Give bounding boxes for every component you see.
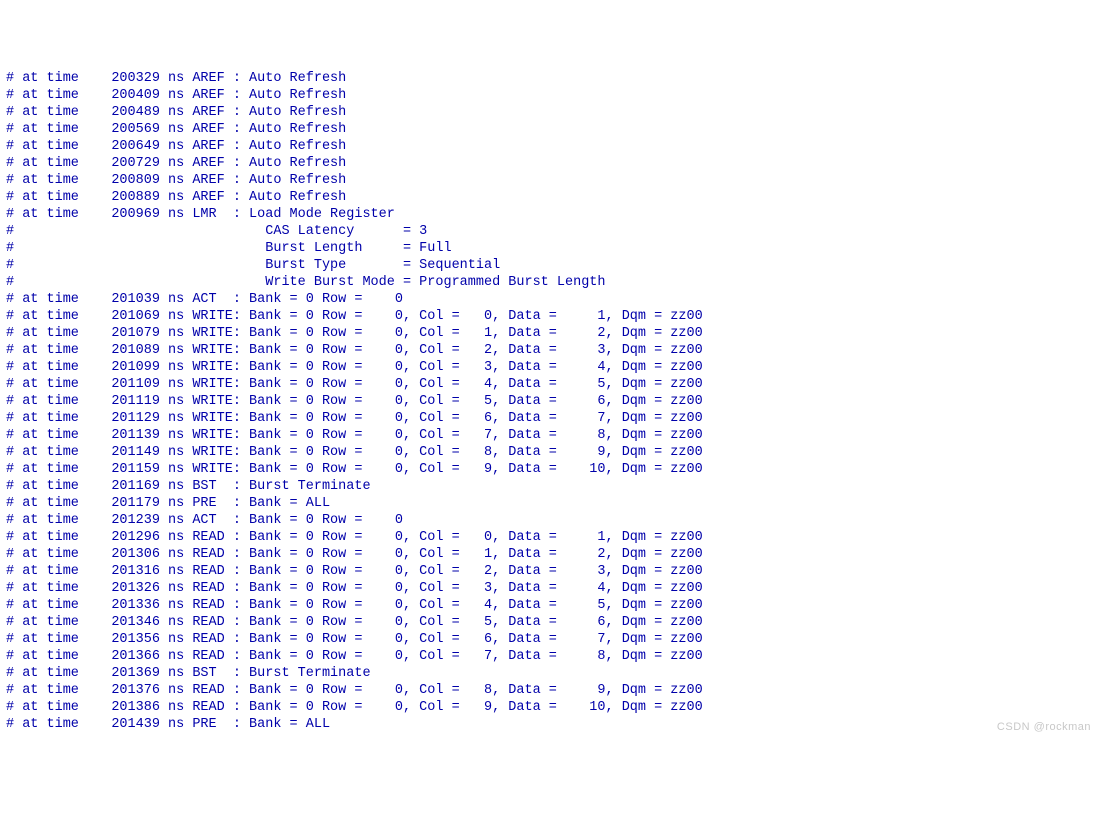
log-line: # Burst Type = Sequential bbox=[6, 257, 1093, 274]
log-line: # at time 201119 ns WRITE: Bank = 0 Row … bbox=[6, 393, 1093, 410]
log-line: # at time 201386 ns READ : Bank = 0 Row … bbox=[6, 699, 1093, 716]
log-line: # at time 201109 ns WRITE: Bank = 0 Row … bbox=[6, 376, 1093, 393]
log-line: # at time 200969 ns LMR : Load Mode Regi… bbox=[6, 206, 1093, 223]
simulation-log: # at time 200329 ns AREF : Auto Refresh#… bbox=[6, 70, 1093, 733]
log-line: # at time 201376 ns READ : Bank = 0 Row … bbox=[6, 682, 1093, 699]
log-line: # at time 200329 ns AREF : Auto Refresh bbox=[6, 70, 1093, 87]
log-line: # at time 200649 ns AREF : Auto Refresh bbox=[6, 138, 1093, 155]
log-line: # at time 201069 ns WRITE: Bank = 0 Row … bbox=[6, 308, 1093, 325]
log-line: # Burst Length = Full bbox=[6, 240, 1093, 257]
log-line: # at time 200809 ns AREF : Auto Refresh bbox=[6, 172, 1093, 189]
log-line: # at time 200489 ns AREF : Auto Refresh bbox=[6, 104, 1093, 121]
log-line: # Write Burst Mode = Programmed Burst Le… bbox=[6, 274, 1093, 291]
log-line: # at time 201356 ns READ : Bank = 0 Row … bbox=[6, 631, 1093, 648]
log-line: # at time 201316 ns READ : Bank = 0 Row … bbox=[6, 563, 1093, 580]
log-line: # at time 201159 ns WRITE: Bank = 0 Row … bbox=[6, 461, 1093, 478]
log-line: # at time 201139 ns WRITE: Bank = 0 Row … bbox=[6, 427, 1093, 444]
log-line: # at time 201149 ns WRITE: Bank = 0 Row … bbox=[6, 444, 1093, 461]
log-line: # at time 201039 ns ACT : Bank = 0 Row =… bbox=[6, 291, 1093, 308]
log-line: # at time 201079 ns WRITE: Bank = 0 Row … bbox=[6, 325, 1093, 342]
log-line: # at time 200569 ns AREF : Auto Refresh bbox=[6, 121, 1093, 138]
log-line: # at time 201326 ns READ : Bank = 0 Row … bbox=[6, 580, 1093, 597]
log-line: # at time 201239 ns ACT : Bank = 0 Row =… bbox=[6, 512, 1093, 529]
log-line: # at time 201089 ns WRITE: Bank = 0 Row … bbox=[6, 342, 1093, 359]
log-line: # at time 201366 ns READ : Bank = 0 Row … bbox=[6, 648, 1093, 665]
log-line: # at time 200729 ns AREF : Auto Refresh bbox=[6, 155, 1093, 172]
log-line: # at time 200409 ns AREF : Auto Refresh bbox=[6, 87, 1093, 104]
log-line: # at time 201296 ns READ : Bank = 0 Row … bbox=[6, 529, 1093, 546]
log-line: # at time 201169 ns BST : Burst Terminat… bbox=[6, 478, 1093, 495]
log-line: # at time 200889 ns AREF : Auto Refresh bbox=[6, 189, 1093, 206]
log-line: # CAS Latency = 3 bbox=[6, 223, 1093, 240]
log-line: # at time 201099 ns WRITE: Bank = 0 Row … bbox=[6, 359, 1093, 376]
log-line: # at time 201346 ns READ : Bank = 0 Row … bbox=[6, 614, 1093, 631]
log-line: # at time 201369 ns BST : Burst Terminat… bbox=[6, 665, 1093, 682]
log-line: # at time 201179 ns PRE : Bank = ALL bbox=[6, 495, 1093, 512]
log-line: # at time 201306 ns READ : Bank = 0 Row … bbox=[6, 546, 1093, 563]
log-line: # at time 201129 ns WRITE: Bank = 0 Row … bbox=[6, 410, 1093, 427]
log-line: # at time 201439 ns PRE : Bank = ALL bbox=[6, 716, 1093, 733]
log-line: # at time 201336 ns READ : Bank = 0 Row … bbox=[6, 597, 1093, 614]
